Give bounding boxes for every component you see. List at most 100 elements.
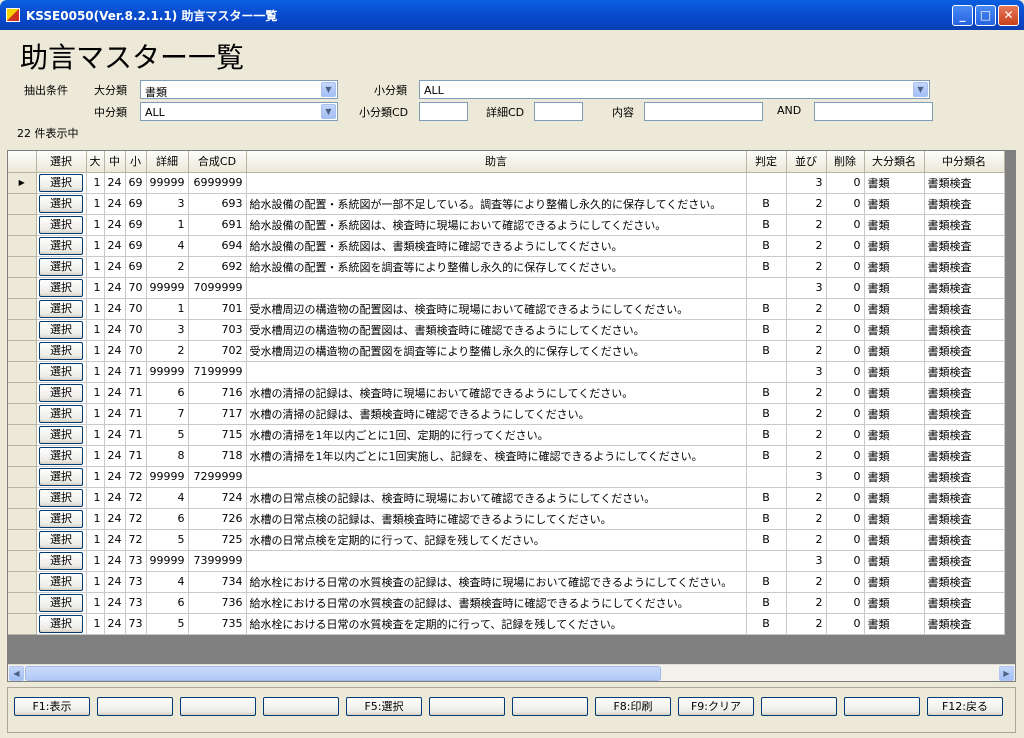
table-cell[interactable]: 24 [104,508,126,530]
table-cell[interactable]: 1 [86,256,105,278]
row-header[interactable] [8,571,37,593]
table-cell[interactable] [246,466,747,488]
select-row-button[interactable]: 選択 [39,278,83,297]
chevron-down-icon[interactable]: ▼ [321,82,336,97]
table-cell[interactable]: 書類検査 [924,277,1005,299]
table-cell[interactable] [746,466,787,488]
table-cell[interactable]: 0 [826,571,865,593]
table-cell[interactable]: 水槽の清掃を1年以内ごとに1回実施し、記録を、検査時に確認できるようにしてくださ… [246,445,747,467]
table-cell[interactable] [746,361,787,383]
table-cell[interactable]: 99999 [146,172,189,194]
table-cell[interactable]: 書類検査 [924,298,1005,320]
select-row-button[interactable]: 選択 [39,614,83,633]
column-header[interactable]: 中分類名 [924,151,1005,173]
table-cell[interactable]: 1 [86,466,105,488]
table-cell[interactable]: 1 [86,508,105,530]
table-cell[interactable]: 1 [146,214,189,236]
table-cell[interactable]: 0 [826,382,865,404]
table-cell[interactable]: 72 [125,508,147,530]
table-cell[interactable]: 書類 [864,256,925,278]
table-row[interactable]: 選択 1 24 73 5 735 給水栓における日常の水質検査を定期的に行って、記録を残して… [8,613,1005,635]
table-cell[interactable]: 69 [125,172,147,194]
table-cell[interactable]: 24 [104,445,126,467]
table-cell[interactable]: 1 [86,214,105,236]
table-cell[interactable]: 書類検査 [924,361,1005,383]
table-cell[interactable]: 2 [786,487,827,509]
table-cell[interactable]: 書類 [864,403,925,425]
table-cell[interactable]: 24 [104,529,126,551]
table-cell[interactable]: 703 [188,319,247,341]
table-row[interactable]: 選択 1 24 71 7 717 水槽の清掃の記録は、書類検査時に確認できるようにしてくださ… [8,403,1005,425]
table-row[interactable]: 選択 1 24 70 3 703 受水槽周辺の構造物の配置図は、書類検査時に確認できるように… [8,319,1005,341]
table-cell[interactable]: 24 [104,172,126,194]
table-cell[interactable]: 1 [86,592,105,614]
table-cell[interactable]: 書類検査 [924,571,1005,593]
table-cell[interactable]: 5 [146,613,189,635]
table-cell[interactable]: B [746,319,787,341]
table-cell[interactable]: 24 [104,340,126,362]
table-cell[interactable]: 69 [125,256,147,278]
table-cell[interactable]: 書類 [864,172,925,194]
select-row-button[interactable]: 選択 [39,383,83,402]
table-row[interactable]: 選択 1 24 73 4 734 給水栓における日常の水質検査の記録は、検査時に現場において… [8,571,1005,593]
table-cell[interactable]: 8 [146,445,189,467]
table-cell[interactable]: 1 [86,487,105,509]
table-cell[interactable]: 99999 [146,361,189,383]
table-cell[interactable]: 69 [125,193,147,215]
function-key-10-button[interactable] [761,697,837,716]
table-cell[interactable]: 0 [826,487,865,509]
table-cell[interactable]: 2 [786,592,827,614]
table-cell[interactable]: 24 [104,424,126,446]
select-row-button[interactable]: 選択 [39,299,83,318]
column-header[interactable]: 助言 [246,151,747,173]
table-cell[interactable]: 1 [86,172,105,194]
table-row[interactable]: 選択 1 24 71 5 715 水槽の清掃を1年以内ごとに1回、定期的に行ってください。 B… [8,424,1005,446]
table-cell[interactable]: 0 [826,466,865,488]
table-cell[interactable]: B [746,613,787,635]
table-cell[interactable]: 1 [86,424,105,446]
function-key-7-button[interactable] [512,697,588,716]
table-cell[interactable]: 0 [826,319,865,341]
select-row-button[interactable]: 選択 [39,446,83,465]
table-cell[interactable]: 4 [146,487,189,509]
table-cell[interactable]: 716 [188,382,247,404]
table-cell[interactable]: 71 [125,361,147,383]
table-cell[interactable]: 水槽の清掃の記録は、書類検査時に確認できるようにしてください。 [246,403,747,425]
table-cell[interactable]: 2 [786,256,827,278]
select-row-button[interactable]: 選択 [39,551,83,570]
small-category-select[interactable]: ALL ▼ [419,80,930,99]
table-row[interactable]: 選択 1 24 73 99999 7399999 3 0 書類 書類検査 [8,550,1005,572]
select-row-button[interactable]: 選択 [39,320,83,339]
table-cell[interactable]: 4 [146,235,189,257]
row-header[interactable] [8,508,37,530]
table-row[interactable]: ▶ 選択 1 24 69 99999 6999999 3 0 書類 書類検査 [8,172,1005,194]
table-cell[interactable]: 書類 [864,487,925,509]
table-cell[interactable]: 給水設備の配置・系統図は、検査時に現場において確認できるようにしてください。 [246,214,747,236]
table-row[interactable]: 選択 1 24 72 4 724 水槽の日常点検の記録は、検査時に現場において確認できるよう… [8,487,1005,509]
table-row[interactable]: 選択 1 24 69 1 691 給水設備の配置・系統図は、検査時に現場において確認できるよ… [8,214,1005,236]
table-cell[interactable]: 1 [86,277,105,299]
table-cell[interactable]: 0 [826,298,865,320]
table-cell[interactable]: 692 [188,256,247,278]
table-cell[interactable]: 7399999 [188,550,247,572]
row-header[interactable] [8,403,37,425]
table-cell[interactable]: 書類 [864,319,925,341]
table-cell[interactable]: 69 [125,214,147,236]
table-cell[interactable]: B [746,445,787,467]
table-cell[interactable]: 3 [786,466,827,488]
table-row[interactable]: 選択 1 24 70 99999 7099999 3 0 書類 書類検査 [8,277,1005,299]
table-cell[interactable]: 書類 [864,445,925,467]
table-row[interactable]: 選択 1 24 71 6 716 水槽の清掃の記録は、検査時に現場において確認できるようにし… [8,382,1005,404]
scroll-right-icon[interactable]: ▶ [999,666,1014,681]
table-cell[interactable]: 書類 [864,277,925,299]
table-cell[interactable]: 2 [786,214,827,236]
table-cell[interactable]: 1 [86,571,105,593]
table-cell[interactable]: 24 [104,613,126,635]
table-cell[interactable]: 受水槽周辺の構造物の配置図は、検査時に現場において確認できるようにしてください。 [246,298,747,320]
table-cell[interactable]: 書類検査 [924,424,1005,446]
table-row[interactable]: 選択 1 24 72 6 726 水槽の日常点検の記録は、書類検査時に確認できるようにしてく… [8,508,1005,530]
table-cell[interactable]: 書類検査 [924,466,1005,488]
table-cell[interactable]: 735 [188,613,247,635]
table-cell[interactable]: 71 [125,403,147,425]
table-cell[interactable]: B [746,214,787,236]
